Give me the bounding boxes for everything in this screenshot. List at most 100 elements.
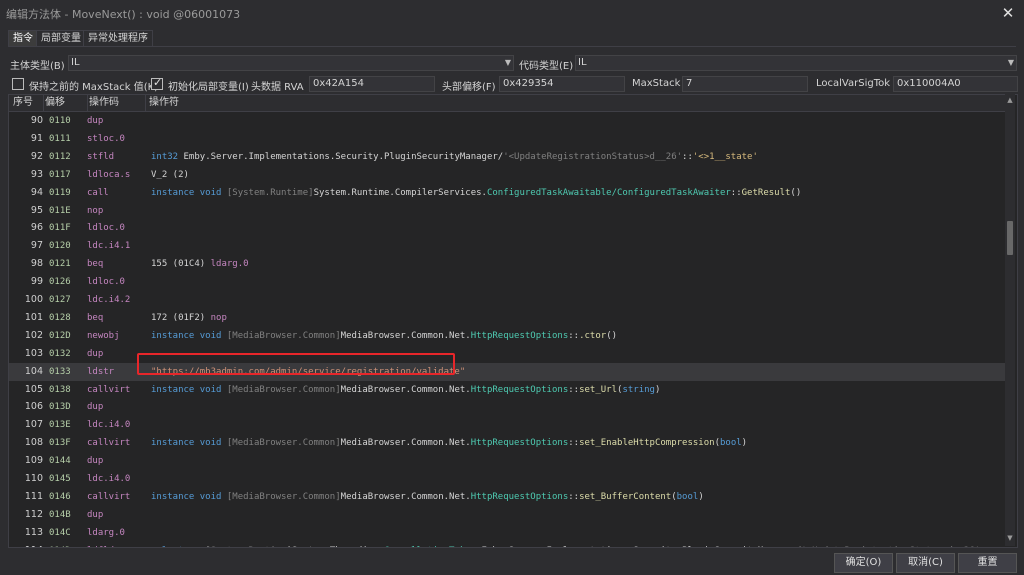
maxstack-label: MaxStack <box>632 78 681 89</box>
body-type-value: IL <box>71 57 80 68</box>
operand-token: HttpRequestOptions <box>470 384 569 395</box>
row-index: 110 <box>24 473 43 484</box>
table-row[interactable]: 98 0121 beq 155 (01C4) ldarg.0 <box>9 255 1005 273</box>
column-header-operand[interactable]: 操作符 <box>149 95 179 111</box>
table-row[interactable]: 101 0128 beq 172 (01F2) nop <box>9 309 1005 327</box>
operand-token: System.Threading. <box>292 546 384 547</box>
operand-token: nop <box>210 312 227 323</box>
row-offset: 0127 <box>49 295 71 305</box>
table-row[interactable]: 113 014C ldarg.0 <box>9 524 1005 542</box>
table-row[interactable]: 92 0112 stfld int32 Emby.Server.Implementat… <box>9 148 1005 166</box>
operand-token: ) <box>654 384 661 395</box>
row-operand: instance void [MediaBrowser.Common]Media… <box>151 381 660 399</box>
column-header-offset[interactable]: 偏移 <box>45 95 65 111</box>
row-offset: 0110 <box>49 116 71 126</box>
operand-token: 172 (01F2) <box>151 312 211 323</box>
table-row[interactable]: 102 012D newobj instance void [MediaBrowser… <box>9 327 1005 345</box>
chevron-down-icon: ▼ <box>1007 58 1014 67</box>
table-row[interactable]: 97 0120 ldc.i4.1 <box>9 237 1005 255</box>
table-row[interactable]: 114 014D ldfld valuetype [System.Runtime]Sy… <box>9 542 1017 547</box>
column-divider[interactable] <box>43 95 44 111</box>
code-type-value: IL <box>578 57 587 68</box>
header-offset-field[interactable]: 0x429354 <box>499 76 625 92</box>
row-index: 94 <box>30 186 43 198</box>
table-row[interactable]: 107 013E ldc.i4.0 <box>9 416 1005 434</box>
row-offset: 012D <box>49 330 71 341</box>
operand-token: ldarg.0 <box>210 259 249 270</box>
table-row[interactable]: 96 011F ldloc.0 <box>9 219 1005 237</box>
row-opcode: ldloc.0 <box>87 277 125 288</box>
operand-token: ConfiguredTaskAwaitable/ConfiguredTaskAw… <box>486 187 731 198</box>
row-offset: 013F <box>49 438 71 449</box>
header-rva-field[interactable]: 0x42A154 <box>309 76 435 92</box>
row-opcode: ldstr <box>87 366 115 377</box>
tab-instructions[interactable]: 指令 <box>8 30 38 47</box>
table-row[interactable]: 110 0145 ldc.i4.0 <box>9 470 1005 488</box>
row-operand: V_2 (2) <box>151 166 189 184</box>
operand-token: '<>1__state' <box>692 151 758 162</box>
column-header-index[interactable]: 序号 <box>13 95 33 111</box>
table-row[interactable]: 109 0144 dup <box>9 452 1005 470</box>
checkmark-icon: ✓ <box>153 76 163 89</box>
table-row[interactable]: 91 0111 stloc.0 <box>9 130 1005 148</box>
maxstack-field[interactable]: 7 <box>682 76 808 92</box>
table-row[interactable]: 100 0127 ldc.i4.2 <box>9 291 1005 309</box>
row-index: 92 <box>30 150 43 162</box>
instruction-grid[interactable]: 序号 偏移 操作码 操作符 90 0110 dup 91 0111 stloc.0 92 01… <box>8 94 1018 548</box>
close-icon[interactable]: ✕ <box>998 3 1018 23</box>
operand-token: HttpRequestOptions <box>470 491 569 502</box>
header-rva-label: 头数据 RVA <box>251 82 304 93</box>
operand-token: [System.Runtime] <box>205 546 292 547</box>
table-row[interactable]: 108 013F callvirt instance void [MediaBrows… <box>9 434 1005 452</box>
table-row[interactable]: 93 0117 ldloca.s V_2 (2) <box>9 166 1005 184</box>
row-opcode: ldloc.0 <box>87 223 125 234</box>
table-row[interactable]: 112 014B dup <box>9 506 1005 524</box>
row-opcode: callvirt <box>87 438 131 449</box>
operand-token: :: <box>980 546 991 547</box>
row-offset: 014D <box>49 542 71 547</box>
row-index: 114 <box>15 542 43 547</box>
header-offset-label: 头部偏移(F) <box>442 82 496 93</box>
code-type-select[interactable]: IL ▼ <box>575 55 1017 71</box>
keep-maxstack-checkbox[interactable] <box>12 78 24 90</box>
tab-locals[interactable]: 局部变量 <box>36 30 86 47</box>
row-index: 100 <box>24 294 43 305</box>
row-index: 93 <box>30 168 43 180</box>
cancel-button[interactable]: 取消(C) <box>896 553 955 573</box>
operand-token: MediaBrowser.Common.Net. <box>340 438 471 449</box>
localvarsig-field[interactable]: 0x110004A0 <box>893 76 1018 92</box>
operand-token: MediaBrowser.Common.Net. <box>340 330 471 341</box>
ok-button[interactable]: 确定(O) <box>834 553 893 573</box>
table-row[interactable]: 111 0146 callvirt instance void [MediaBrows… <box>9 488 1005 506</box>
scroll-up-icon[interactable]: ▲ <box>1005 96 1015 106</box>
column-header-opcode[interactable]: 操作码 <box>89 95 119 111</box>
operand-token: Emby.Server.Implementations.Security.Plu… <box>183 151 504 162</box>
table-row[interactable]: 94 0119 call instance void [System.Runtime]… <box>9 184 1005 202</box>
tab-exception-handlers[interactable]: 异常处理程序 <box>83 30 153 47</box>
table-row[interactable]: 105 0138 callvirt instance void [MediaBrows… <box>9 381 1005 399</box>
scroll-down-icon[interactable]: ▼ <box>1005 534 1015 544</box>
row-offset: 0145 <box>49 474 71 484</box>
row-index: 107 <box>24 419 43 431</box>
row-operand: valuetype [System.Runtime]System.Threadi… <box>151 542 1017 547</box>
operand-token: MediaBrowser.Common.Net. <box>340 491 471 502</box>
row-index: 95 <box>30 204 43 216</box>
row-opcode: dup <box>87 402 104 413</box>
column-divider[interactable] <box>87 95 88 111</box>
scrollbar-thumb[interactable] <box>1007 221 1013 255</box>
row-index: 108 <box>24 437 43 449</box>
table-row[interactable]: 95 011E nop <box>9 202 1005 220</box>
table-row[interactable]: 99 0126 ldloc.0 <box>9 273 1005 291</box>
operand-token: [System.Runtime] <box>226 187 314 198</box>
column-divider[interactable] <box>145 95 146 111</box>
init-locals-checkbox[interactable]: ✓ <box>151 76 163 90</box>
table-row[interactable]: 106 013D dup <box>9 398 1005 416</box>
row-index: 103 <box>24 347 43 359</box>
row-offset: 0138 <box>49 384 71 395</box>
table-row[interactable]: 90 0110 dup <box>9 112 1005 130</box>
reset-button[interactable]: 重置 <box>958 553 1017 573</box>
vertical-scrollbar[interactable] <box>1005 94 1015 546</box>
row-offset: 0146 <box>49 491 71 502</box>
row-index: 102 <box>24 329 43 341</box>
body-type-select[interactable]: IL ▼ <box>68 55 514 71</box>
